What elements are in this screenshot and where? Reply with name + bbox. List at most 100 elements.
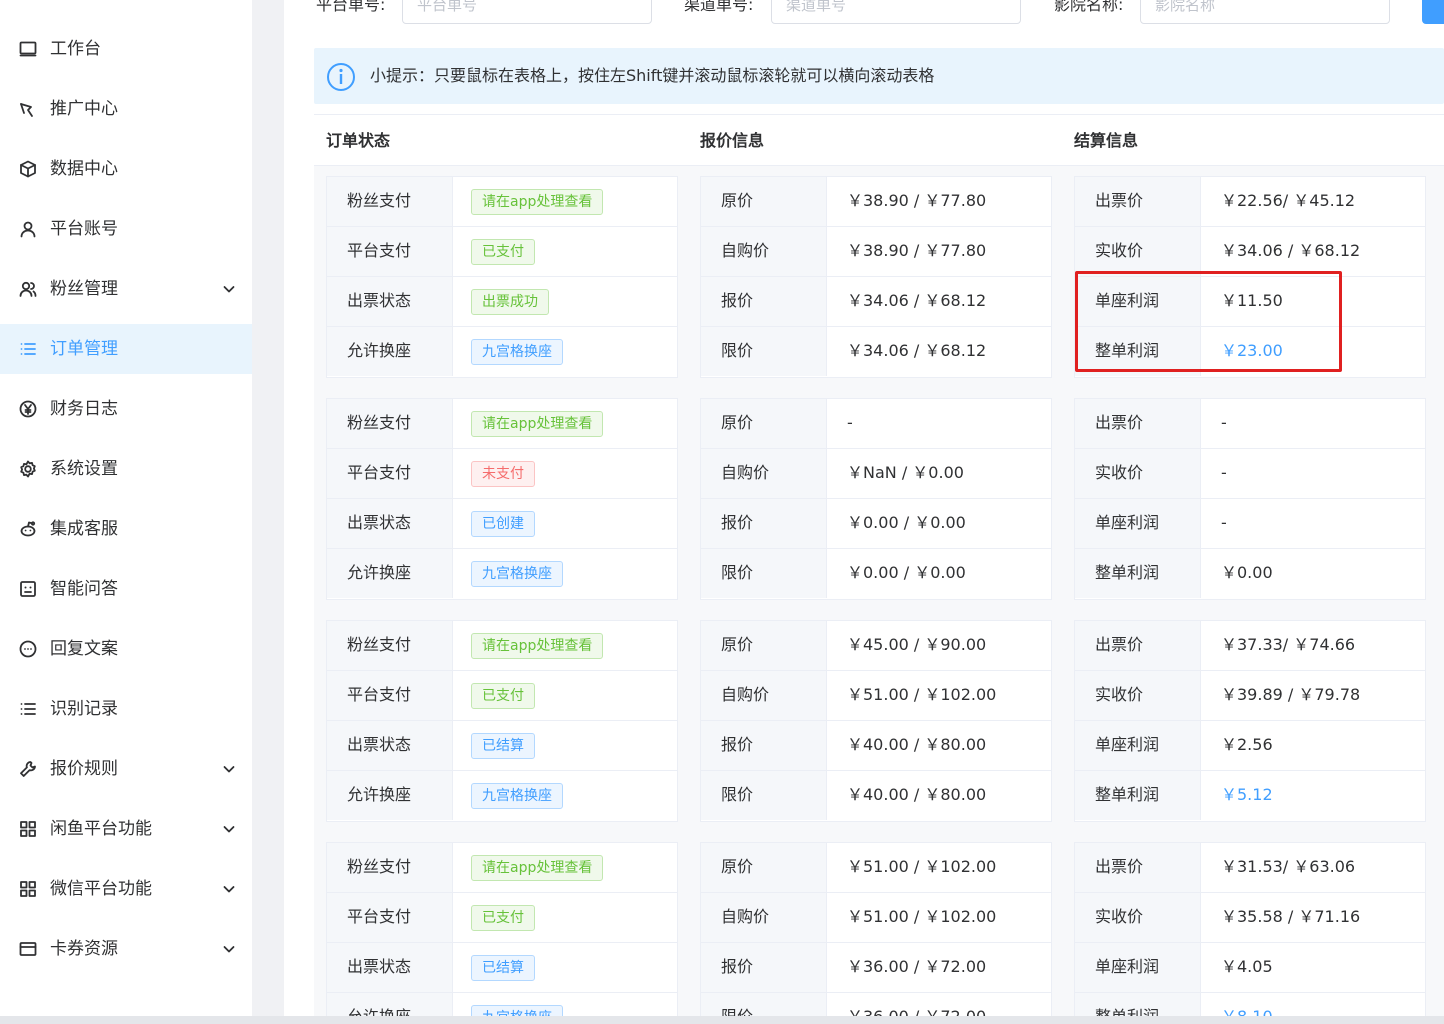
price-subtable: 原价 - 自购价 ￥NaN / ￥0.00 报价 ￥0.00 / ￥0.00 限价 ￥0.00…	[700, 398, 1052, 600]
settle-value: ￥2.56	[1221, 735, 1273, 754]
settle-value: ￥35.58 / ￥71.16	[1221, 907, 1361, 926]
sidebar-item[interactable]: 回复文案	[0, 624, 252, 674]
table-row: 限价 ￥34.06 / ￥68.12	[701, 327, 1051, 377]
row-label: 自购价	[721, 907, 770, 926]
status-tag: 请在app处理查看	[471, 411, 604, 437]
row-label: 粉丝支付	[347, 413, 412, 432]
sidebar-item[interactable]: 推广中心	[0, 84, 252, 134]
settle-value[interactable]: ￥23.00	[1221, 340, 1283, 362]
sidebar-item-label: 工作台	[50, 39, 101, 59]
table-row: 粉丝支付 请在app处理查看	[327, 621, 677, 671]
sidebar-item[interactable]: 集成客服	[0, 504, 252, 554]
sidebar-item[interactable]: 财务日志	[0, 384, 252, 434]
table-row: 自购价 ￥51.00 / ￥102.00	[701, 893, 1051, 943]
sidebar-item[interactable]: 订单管理	[0, 324, 252, 374]
sidebar-item-label: 财务日志	[50, 399, 118, 419]
row-label-cell	[701, 621, 827, 670]
table-row: 报价 ￥0.00 / ￥0.00	[701, 499, 1051, 549]
status-subtable: 粉丝支付 请在app处理查看 平台支付 已支付 出票状态 出票成功 允许换座 九宫格换座	[326, 176, 678, 378]
table-row: 单座利润 -	[1075, 499, 1425, 549]
order-group: 粉丝支付 请在app处理查看 平台支付 已支付 出票状态 已结算 允许换座 九宫格换座 原价 ￥4…	[314, 610, 1444, 832]
sidebar-item[interactable]: 系统设置	[0, 444, 252, 494]
chevron-down-icon[interactable]	[220, 760, 238, 778]
table-row: 单座利润 ￥11.50	[1075, 277, 1425, 327]
sidebar-item[interactable]: 卡券资源	[0, 924, 252, 974]
table-row: 自购价 ￥38.90 / ￥77.80	[701, 227, 1051, 277]
row-label-cell	[701, 399, 827, 448]
table-row: 自购价 ￥NaN / ￥0.00	[701, 449, 1051, 499]
price-subtable: 原价 ￥45.00 / ￥90.00 自购价 ￥51.00 / ￥102.00 报价 ￥4…	[700, 620, 1052, 822]
chevron-down-icon[interactable]	[220, 280, 238, 298]
sidebar-item-label: 卡券资源	[50, 939, 118, 959]
status-tag: 已支付	[471, 683, 535, 709]
order-group: 粉丝支付 请在app处理查看 平台支付 未支付 出票状态 已创建 允许换座 九宫格换座 原价 - 自…	[314, 388, 1444, 610]
row-label: 允许换座	[347, 563, 412, 582]
settle-value: ￥34.06 / ￥68.12	[1221, 241, 1361, 260]
sidebar-item[interactable]: 报价规则	[0, 744, 252, 794]
settle-value: -	[1221, 413, 1227, 432]
sidebar-item[interactable]: 工作台	[0, 24, 252, 74]
price-value: ￥51.00 / ￥102.00	[847, 857, 997, 876]
settle-value: ￥22.56/ ￥45.12	[1221, 191, 1356, 210]
robot-icon	[18, 579, 38, 599]
price-subtable: 原价 ￥51.00 / ￥102.00 自购价 ￥51.00 / ￥102.00 报价 ￥…	[700, 842, 1052, 1024]
row-label-cell	[701, 327, 827, 376]
table-row: 出票状态 已创建	[327, 499, 677, 549]
chevron-down-icon[interactable]	[220, 880, 238, 898]
channel-order-label: 渠道单号:	[684, 0, 754, 14]
row-label: 实收价	[1095, 463, 1144, 482]
price-value: ￥0.00 / ￥0.00	[847, 513, 966, 532]
sidebar-item[interactable]: 平台账号	[0, 204, 252, 254]
horizontal-scrollbar[interactable]	[0, 1016, 1444, 1024]
settle-value[interactable]: ￥5.12	[1221, 784, 1273, 806]
settle-value: -	[1221, 513, 1227, 532]
sidebar-item[interactable]: 微信平台功能	[0, 864, 252, 914]
settle-value: ￥37.33/ ￥74.66	[1221, 635, 1356, 654]
platform-order-input[interactable]	[402, 0, 652, 24]
price-value: ￥NaN / ￥0.00	[847, 463, 964, 482]
settle-value: -	[1221, 463, 1227, 482]
row-label: 整单利润	[1095, 785, 1160, 804]
sidebar-item[interactable]: 数据中心	[0, 144, 252, 194]
row-label: 报价	[721, 735, 754, 754]
settle-subtable: 出票价 - 实收价 - 单座利润 - 整单利润 ￥0.00	[1074, 398, 1426, 600]
channel-order-input[interactable]	[771, 0, 1021, 24]
sidebar-item[interactable]: 识别记录	[0, 684, 252, 734]
monitor-icon	[18, 39, 38, 59]
cinema-name-label: 影院名称:	[1054, 0, 1124, 14]
sidebar-item[interactable]: 粉丝管理	[0, 264, 252, 314]
price-subtable: 原价 ￥38.90 / ￥77.80 自购价 ￥38.90 / ￥77.80 报价 ￥34…	[700, 176, 1052, 378]
status-subtable: 粉丝支付请在app处理查看平台支付已支付出票状态已结算允许换座九宫格换座	[326, 842, 678, 1024]
row-label: 出票价	[1095, 635, 1144, 654]
table-row: 自购价 ￥51.00 / ￥102.00	[701, 671, 1051, 721]
row-label: 粉丝支付	[347, 857, 412, 876]
row-label: 整单利润	[1095, 341, 1160, 360]
price-value: ￥45.00 / ￥90.00	[847, 635, 987, 654]
chevron-down-icon[interactable]	[220, 820, 238, 838]
row-label: 报价	[721, 291, 754, 310]
sidebar-item-label: 系统设置	[50, 459, 118, 479]
table-row: 实收价 ￥39.89 / ￥79.78	[1075, 671, 1425, 721]
status-subtable: 粉丝支付 请在app处理查看 平台支付 未支付 出票状态 已创建 允许换座 九宫格换座	[326, 398, 678, 600]
grid-icon	[18, 879, 38, 899]
row-label: 原价	[721, 413, 754, 432]
table-header: 订单状态 报价信息 结算信息	[314, 114, 1444, 166]
table-row: 粉丝支付 请在app处理查看	[327, 399, 677, 449]
sidebar-item[interactable]: 闲鱼平台功能	[0, 804, 252, 854]
price-value: ￥34.06 / ￥68.12	[847, 291, 987, 310]
settle-value: ￥39.89 / ￥79.78	[1221, 685, 1361, 704]
table-row: 实收价 -	[1075, 449, 1425, 499]
cinema-name-input[interactable]	[1140, 0, 1390, 24]
table-row: 单座利润 ￥4.05	[1075, 943, 1425, 993]
row-label-cell	[701, 177, 827, 226]
status-subtable: 粉丝支付请在app处理查看平台支付已支付出票状态已结算允许换座九宫格换座	[326, 620, 678, 822]
price-value: ￥38.90 / ￥77.80	[847, 191, 987, 210]
search-button[interactable]	[1422, 0, 1444, 24]
megaphone-icon	[18, 99, 38, 119]
sidebar-item-label: 闲鱼平台功能	[50, 819, 152, 839]
sidebar-item[interactable]: 智能问答	[0, 564, 252, 614]
chevron-down-icon[interactable]	[220, 940, 238, 958]
table-row: 整单利润 ￥5.12	[1075, 771, 1425, 821]
table-row: 粉丝支付 请在app处理查看	[327, 177, 677, 227]
table-row: 整单利润 ￥23.00	[1075, 327, 1425, 377]
